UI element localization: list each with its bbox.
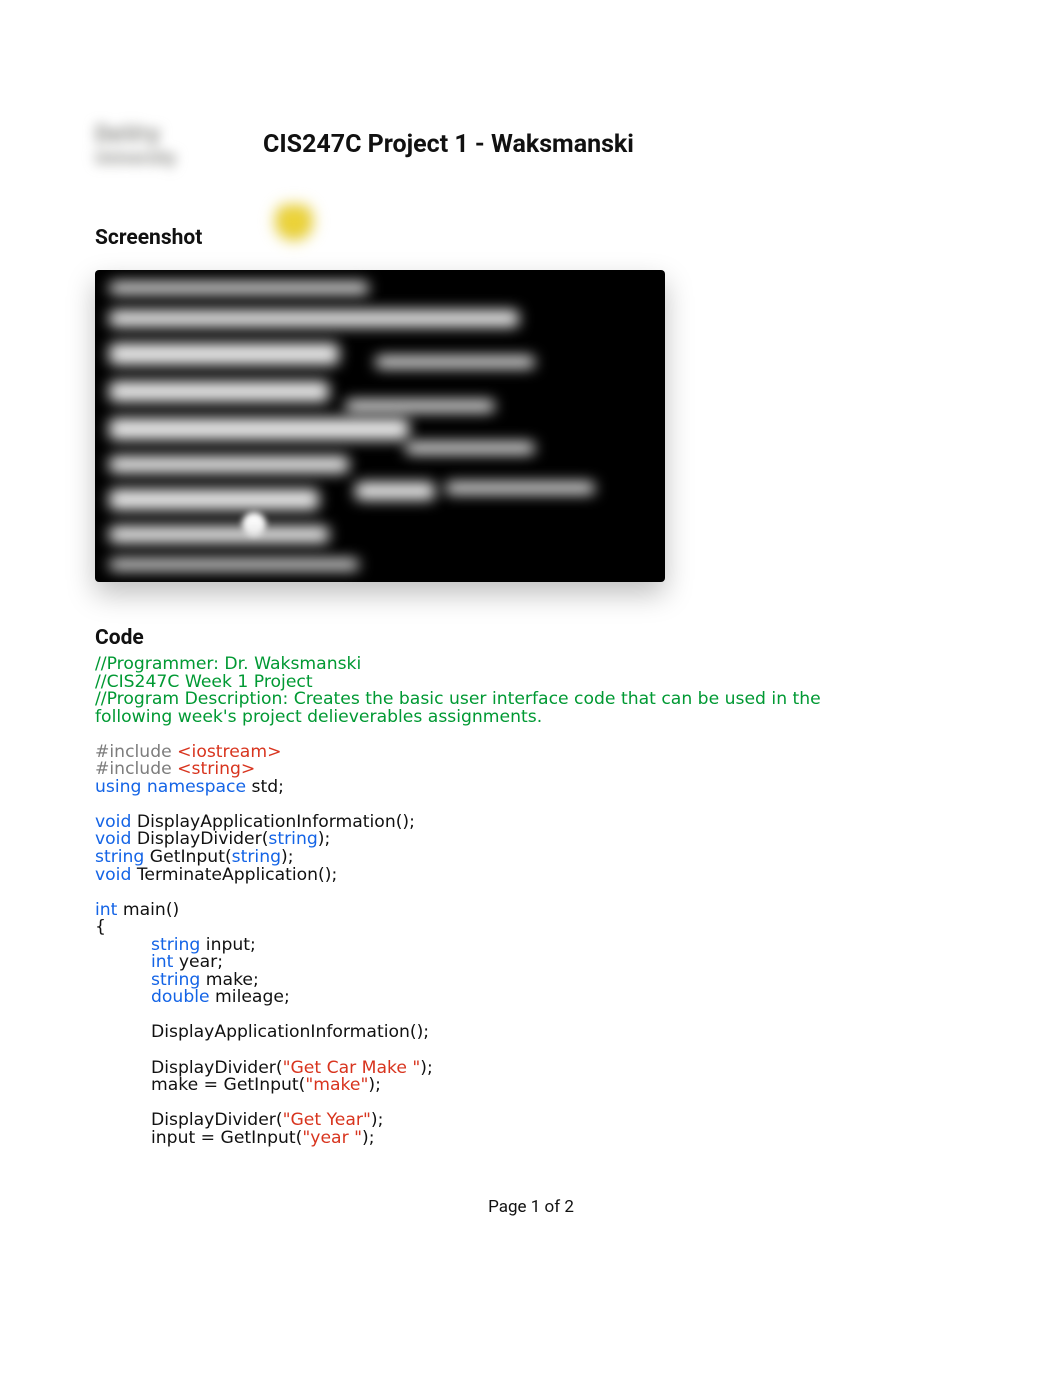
code-text: ); [420, 1058, 433, 1078]
code-text: ); [362, 1128, 375, 1148]
terminal-line [109, 343, 339, 365]
code-string: "year " [302, 1128, 362, 1148]
code-text: TerminateApplication(); [131, 865, 337, 885]
screenshot-heading: Screenshot [95, 226, 967, 250]
terminal-line [109, 456, 349, 473]
code-text: input = GetInput( [151, 1128, 302, 1148]
logo-torch-icon [275, 205, 313, 245]
code-text: main() [117, 900, 179, 920]
code-text: { [95, 917, 106, 937]
document-page: DeVry University CIS247C Project 1 - Wak… [0, 0, 1062, 1377]
page-footer: Page 1 of 2 [0, 1197, 1062, 1217]
terminal-line [109, 381, 329, 403]
terminal-line [445, 482, 595, 494]
terminal-line [345, 400, 495, 412]
code-heading: Code [95, 626, 967, 650]
terminal-line [355, 482, 435, 500]
logo-text-bottom: University [95, 148, 235, 169]
code-keyword: namespace [147, 777, 246, 797]
terminal-line [109, 526, 329, 543]
terminal-line [109, 282, 369, 294]
page-number: Page 1 of 2 [488, 1197, 574, 1217]
code-text: ); [368, 1075, 381, 1095]
code-keyword: using [95, 777, 141, 797]
code-text: std; [246, 777, 284, 797]
terminal-line [375, 356, 535, 368]
code-block: //Programmer: Dr. Waksmanski //CIS247C W… [95, 656, 967, 1147]
page-title: CIS247C Project 1 - Waksmanski [263, 130, 634, 159]
code-text: mileage; [210, 987, 290, 1007]
terminal-line [109, 418, 409, 440]
logo-text-top: DeVry [95, 120, 235, 148]
terminal-line [109, 559, 359, 570]
code-comment: //Program Description: Creates the basic… [95, 691, 865, 726]
terminal-line [109, 310, 519, 327]
code-text: ); [318, 829, 331, 849]
terminal-line [109, 489, 319, 511]
code-keyword: void [95, 865, 131, 885]
code-type: double [151, 987, 210, 1007]
terminal-line [405, 442, 535, 454]
code-text: DisplayApplicationInformation(); [151, 1022, 429, 1042]
header-row: DeVry University CIS247C Project 1 - Wak… [95, 100, 967, 188]
university-logo: DeVry University [95, 100, 235, 188]
code-string: "make" [305, 1075, 368, 1095]
code-text: make = GetInput( [151, 1075, 305, 1095]
terminal-screenshot [95, 270, 665, 582]
